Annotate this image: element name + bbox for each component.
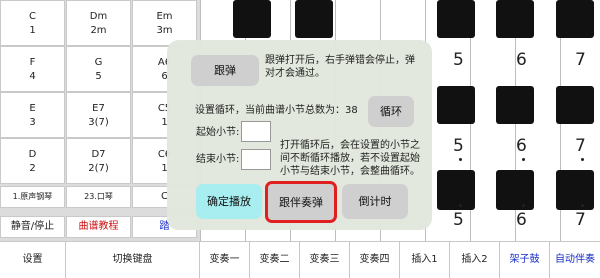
octave-dot [581, 204, 584, 207]
black-key[interactable] [496, 86, 534, 124]
octave-dot [459, 204, 462, 207]
end-bar-input[interactable] [241, 149, 271, 170]
chord-number: 3 [29, 117, 36, 128]
score-tutorial-button[interactable]: 曲谱教程 [66, 216, 131, 238]
octave-dot [459, 158, 462, 161]
loop-desc-line: 打开循环后，会在设置的小节之 [280, 140, 420, 151]
loop-desc-line: 间不断循环播放，若不设置起始 [280, 153, 420, 164]
octave-dot [522, 204, 525, 207]
black-key[interactable] [556, 170, 594, 210]
black-key[interactable] [556, 86, 594, 124]
chord-button-c[interactable]: C1 [0, 0, 65, 46]
chord-number: 2 [29, 163, 36, 174]
black-key[interactable] [437, 170, 475, 210]
chord-button-d7[interactable]: D7 2(7) [66, 138, 131, 184]
accompany-play-button[interactable]: 跟伴奏弹 [265, 181, 337, 223]
variation-1-button[interactable]: 变奏一 [200, 242, 250, 278]
insert-2-button[interactable]: 插入2 [450, 242, 500, 278]
chord-name: Dm [89, 11, 108, 22]
chord-button-e7[interactable]: E7 3(7) [66, 92, 131, 138]
chord-number: 2m [90, 25, 107, 36]
auto-accompany-button[interactable]: 自动伴奏 [550, 242, 600, 278]
black-key[interactable] [233, 0, 271, 38]
drum-kit-button[interactable]: 架子鼓 [500, 242, 550, 278]
note-label-7: 7 [575, 210, 586, 230]
chord-name: G [94, 57, 103, 68]
black-key[interactable] [437, 86, 475, 124]
follow-play-description: 跟弹打开后，右手弹错会停止，弹 对才会通过。 [265, 54, 425, 80]
countdown-button[interactable]: 倒计时 [342, 184, 408, 219]
loop-desc-line: 小节与结束小节，会整曲循环。 [280, 166, 420, 177]
follow-desc-line: 跟弹打开后，右手弹错会停止，弹 [265, 55, 415, 66]
practice-settings-dialog: 跟弹 跟弹打开后，右手弹错会停止，弹 对才会通过。 设置循环，当前曲谱小节总数为… [167, 40, 432, 230]
insert-1-button[interactable]: 插入1 [400, 242, 450, 278]
loop-button[interactable]: 循环 [368, 96, 414, 127]
chord-name: D7 [91, 149, 106, 160]
chord-name: Em [156, 11, 173, 22]
chord-name: F [29, 57, 36, 68]
chord-number: 3m [156, 25, 173, 36]
chord-name: D [28, 149, 37, 160]
chord-number: 4 [29, 71, 36, 82]
note-label-5: 5 [453, 136, 464, 156]
black-key[interactable] [496, 0, 534, 38]
instrument-harmonica-button[interactable]: 23.口琴 [66, 186, 131, 208]
settings-button[interactable]: 设置 [0, 242, 66, 278]
follow-play-button[interactable]: 跟弹 [191, 55, 259, 86]
instrument-harmonica-label: 23.口琴 [84, 192, 113, 201]
note-label-7: 7 [575, 136, 586, 156]
note-label-6: 6 [516, 136, 527, 156]
black-key[interactable] [496, 170, 534, 210]
confirm-play-button[interactable]: 确定播放 [196, 184, 262, 219]
chord-name: C [29, 11, 36, 22]
instrument-piano-button[interactable]: 1.原声钢琴 [0, 186, 65, 208]
chord-button-g[interactable]: G5 [66, 46, 131, 92]
loop-info-text: 设置循环，当前曲谱小节总数为：38 [195, 105, 358, 116]
start-bar-input[interactable] [241, 121, 271, 142]
note-label-7: 7 [575, 50, 586, 70]
bottom-toolbar: 设置 切换键盘 变奏一 变奏二 变奏三 变奏四 插入1 插入2 架子鼓 自动伴奏 [0, 241, 600, 278]
octave-dot [581, 158, 584, 161]
chord-button-f[interactable]: F4 [0, 46, 65, 92]
variation-3-button[interactable]: 变奏三 [300, 242, 350, 278]
chord-number: 1 [29, 25, 36, 36]
chord-number: 3(7) [88, 117, 109, 128]
black-key[interactable] [556, 0, 594, 38]
start-bar-label: 起始小节: [196, 127, 240, 138]
chord-number: 2(7) [88, 163, 109, 174]
instrument-piano-label: 1.原声钢琴 [12, 192, 53, 201]
note-label-6: 6 [516, 50, 527, 70]
mute-stop-label: 静音/停止 [10, 221, 55, 232]
chord-name: E [29, 103, 36, 114]
chord-number: 5 [95, 71, 102, 82]
black-key[interactable] [295, 0, 333, 38]
score-tutorial-label: 曲谱教程 [78, 221, 119, 232]
switch-keyboard-button[interactable]: 切换键盘 [66, 242, 200, 278]
mute-stop-button[interactable]: 静音/停止 [0, 216, 65, 238]
chord-button-e[interactable]: E3 [0, 92, 65, 138]
note-label-5: 5 [453, 50, 464, 70]
chord-name: E7 [92, 103, 105, 114]
end-bar-label: 结束小节: [196, 154, 240, 165]
octave-dot [522, 158, 525, 161]
loop-description: 打开循环后，会在设置的小节之 间不断循环播放，若不设置起始 小节与结束小节，会整… [280, 139, 430, 178]
note-label-5: 5 [453, 210, 464, 230]
note-label-6: 6 [516, 210, 527, 230]
variation-4-button[interactable]: 变奏四 [350, 242, 400, 278]
chord-button-dm[interactable]: Dm 2m [66, 0, 131, 46]
follow-desc-line: 对才会通过。 [265, 68, 325, 79]
variation-2-button[interactable]: 变奏二 [250, 242, 300, 278]
black-key[interactable] [437, 0, 475, 38]
chord-button-d[interactable]: D2 [0, 138, 65, 184]
